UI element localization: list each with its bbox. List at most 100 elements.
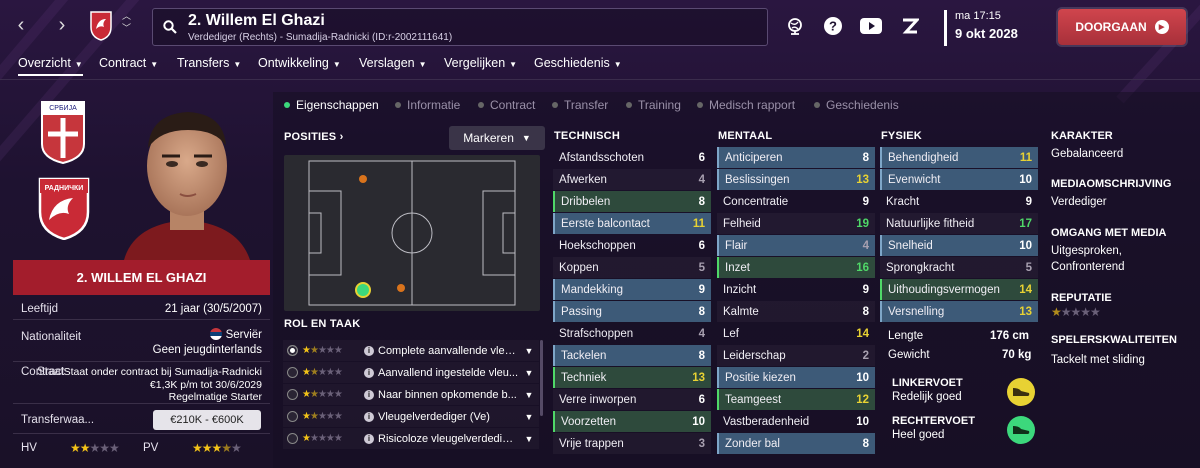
attribute-value: 10 [856, 371, 869, 384]
fysiek-header: FYSIEK [881, 130, 922, 142]
attribute-row[interactable]: Passing 8 [553, 301, 711, 322]
menu-geschiedenis[interactable]: Geschiedenis ▼ [534, 56, 622, 70]
transfer-value-badge[interactable]: €210K - €600K [153, 410, 261, 430]
role-row[interactable]: ★★★★★ i Complete aanvallende vleu... ▼ [283, 340, 539, 361]
youtube-icon[interactable] [860, 15, 882, 37]
z-icon[interactable] [899, 15, 921, 37]
attribute-row[interactable]: Kalmte 8 [717, 301, 875, 322]
back-icon[interactable]: ‹ [9, 14, 33, 37]
attribute-row[interactable]: Koppen 5 [553, 257, 711, 278]
tab-geschiedenis[interactable]: Geschiedenis [814, 98, 899, 112]
menu-overzicht[interactable]: Overzicht ▼ [18, 56, 83, 76]
tab-eigenschappen[interactable]: Eigenschappen [284, 98, 379, 112]
menu-transfers[interactable]: Transfers ▼ [177, 56, 241, 70]
attribute-row[interactable]: Snelheid 10 [880, 235, 1038, 256]
attribute-row[interactable]: Inzet 16 [717, 257, 875, 278]
chevron-down-icon[interactable]: ▼ [519, 346, 539, 356]
posities-header[interactable]: POSITIES › [284, 131, 343, 143]
menu-vergelijken[interactable]: Vergelijken ▼ [444, 56, 517, 70]
role-radio[interactable] [287, 433, 298, 444]
continue-button[interactable]: DOORGAAN ► [1058, 9, 1186, 45]
role-radio[interactable] [287, 389, 298, 400]
role-name: Risicoloze vleugelverdedige... [378, 432, 519, 445]
menu-contract[interactable]: Contract ▼ [99, 56, 158, 70]
attribute-row[interactable]: Teamgeest 12 [717, 389, 875, 410]
info-icon[interactable]: i [364, 411, 374, 422]
attribute-row[interactable]: Vrije trappen 3 [553, 433, 711, 454]
role-scrollbar[interactable] [540, 340, 543, 416]
forward-icon[interactable]: › [50, 14, 74, 37]
karakter-value: Gebalanceerd [1051, 148, 1124, 160]
role-row[interactable]: ★★★★★ i Risicoloze vleugelverdedige... ▼ [283, 428, 539, 449]
attribute-row[interactable]: Tackelen 8 [553, 345, 711, 366]
chevron-down-icon[interactable]: ▼ [519, 390, 539, 400]
attribute-row[interactable]: Concentratie 9 [717, 191, 875, 212]
contract-row[interactable]: Contract Staat Staat onder contract bij … [13, 362, 270, 404]
position-pitch[interactable] [284, 155, 540, 311]
attribute-row[interactable]: Eerste balcontact 11 [553, 213, 711, 234]
tab-training[interactable]: Training [626, 98, 681, 112]
attribute-row[interactable]: Zonder bal 8 [717, 433, 875, 454]
help-icon[interactable]: ? [822, 15, 844, 37]
attribute-row[interactable]: Anticiperen 8 [717, 147, 875, 168]
attribute-row[interactable]: Dribbelen 8 [553, 191, 711, 212]
attribute-row[interactable]: Versnelling 13 [880, 301, 1038, 322]
role-row[interactable]: ★★★★★ i Aanvallend ingestelde vleu... ▼ [283, 362, 539, 383]
attribute-row[interactable]: Mandekking 9 [553, 279, 711, 300]
markeren-dropdown[interactable]: Markeren ▼ [449, 126, 545, 150]
tab-informatie[interactable]: Informatie [395, 98, 460, 112]
info-icon[interactable]: i [364, 345, 374, 356]
right-foot-label: RECHTERVOET [892, 415, 975, 427]
role-radio[interactable] [287, 345, 298, 356]
chevron-down-icon[interactable]: ▼ [519, 412, 539, 422]
attribute-row[interactable]: Uithoudingsvermogen 14 [880, 279, 1038, 300]
player-portrait [124, 112, 250, 260]
attribute-row[interactable]: Hoekschoppen 6 [553, 235, 711, 256]
position-dot-natural[interactable] [355, 282, 371, 298]
tab-contract[interactable]: Contract [478, 98, 535, 112]
attribute-name: Behendigheid [888, 151, 959, 164]
attribute-row[interactable]: Flair 4 [717, 235, 875, 256]
role-row[interactable]: ★★★★★ i Vleugelverdediger (Ve) ▼ [283, 406, 539, 427]
role-name: Vleugelverdediger (Ve) [378, 410, 490, 423]
updown-icon[interactable]: ︿ ﹀ [122, 10, 131, 34]
player-search-box[interactable]: 2. Willem El Ghazi Verdediger (Rechts) -… [152, 8, 768, 46]
attribute-row[interactable]: Evenwicht 10 [880, 169, 1038, 190]
attribute-row[interactable]: Felheid 19 [717, 213, 875, 234]
info-icon[interactable]: i [364, 389, 374, 400]
menu-verslagen[interactable]: Verslagen ▼ [359, 56, 427, 70]
attribute-row[interactable]: Verre inworpen 6 [553, 389, 711, 410]
role-radio[interactable] [287, 367, 298, 378]
globe-icon[interactable] [784, 15, 806, 37]
attribute-row[interactable]: Behendigheid 11 [880, 147, 1038, 168]
attribute-row[interactable]: Lef 14 [717, 323, 875, 344]
attribute-row[interactable]: Inzicht 9 [717, 279, 875, 300]
chevron-down-icon[interactable]: ▼ [519, 434, 539, 444]
attribute-row[interactable]: Afwerken 4 [553, 169, 711, 190]
attribute-row[interactable]: Sprongkracht 5 [880, 257, 1038, 278]
attribute-row[interactable]: Afstandsschoten 6 [553, 147, 711, 168]
role-radio[interactable] [287, 411, 298, 422]
role-row[interactable]: ★★★★★ i Naar binnen opkomende b... ▼ [283, 384, 539, 405]
position-dot[interactable] [359, 175, 367, 183]
attribute-row[interactable]: Techniek 13 [553, 367, 711, 388]
info-icon[interactable]: i [364, 433, 374, 444]
attribute-row[interactable]: Kracht 9 [880, 191, 1038, 212]
club-badge-icon[interactable] [88, 9, 114, 41]
attribute-row[interactable]: Voorzetten 10 [553, 411, 711, 432]
menu-ontwikkeling[interactable]: Ontwikkeling ▼ [258, 56, 341, 70]
technisch-header: TECHNISCH [554, 130, 620, 142]
tab-medisch-rapport[interactable]: Medisch rapport [697, 98, 795, 112]
attribute-row[interactable]: Leiderschap 2 [717, 345, 875, 366]
position-dot[interactable] [397, 284, 405, 292]
nationality-row[interactable]: Nationaliteit Serviër Geen jeugdinterlan… [13, 320, 270, 362]
attribute-value: 8 [698, 305, 705, 318]
info-icon[interactable]: i [364, 367, 374, 378]
tab-transfer[interactable]: Transfer [552, 98, 608, 112]
attribute-row[interactable]: Positie kiezen 10 [717, 367, 875, 388]
attribute-row[interactable]: Vastberadenheid 10 [717, 411, 875, 432]
attribute-row[interactable]: Beslissingen 13 [717, 169, 875, 190]
chevron-down-icon[interactable]: ▼ [519, 368, 539, 378]
attribute-row[interactable]: Strafschoppen 4 [553, 323, 711, 344]
attribute-row[interactable]: Natuurlijke fitheid 17 [880, 213, 1038, 234]
